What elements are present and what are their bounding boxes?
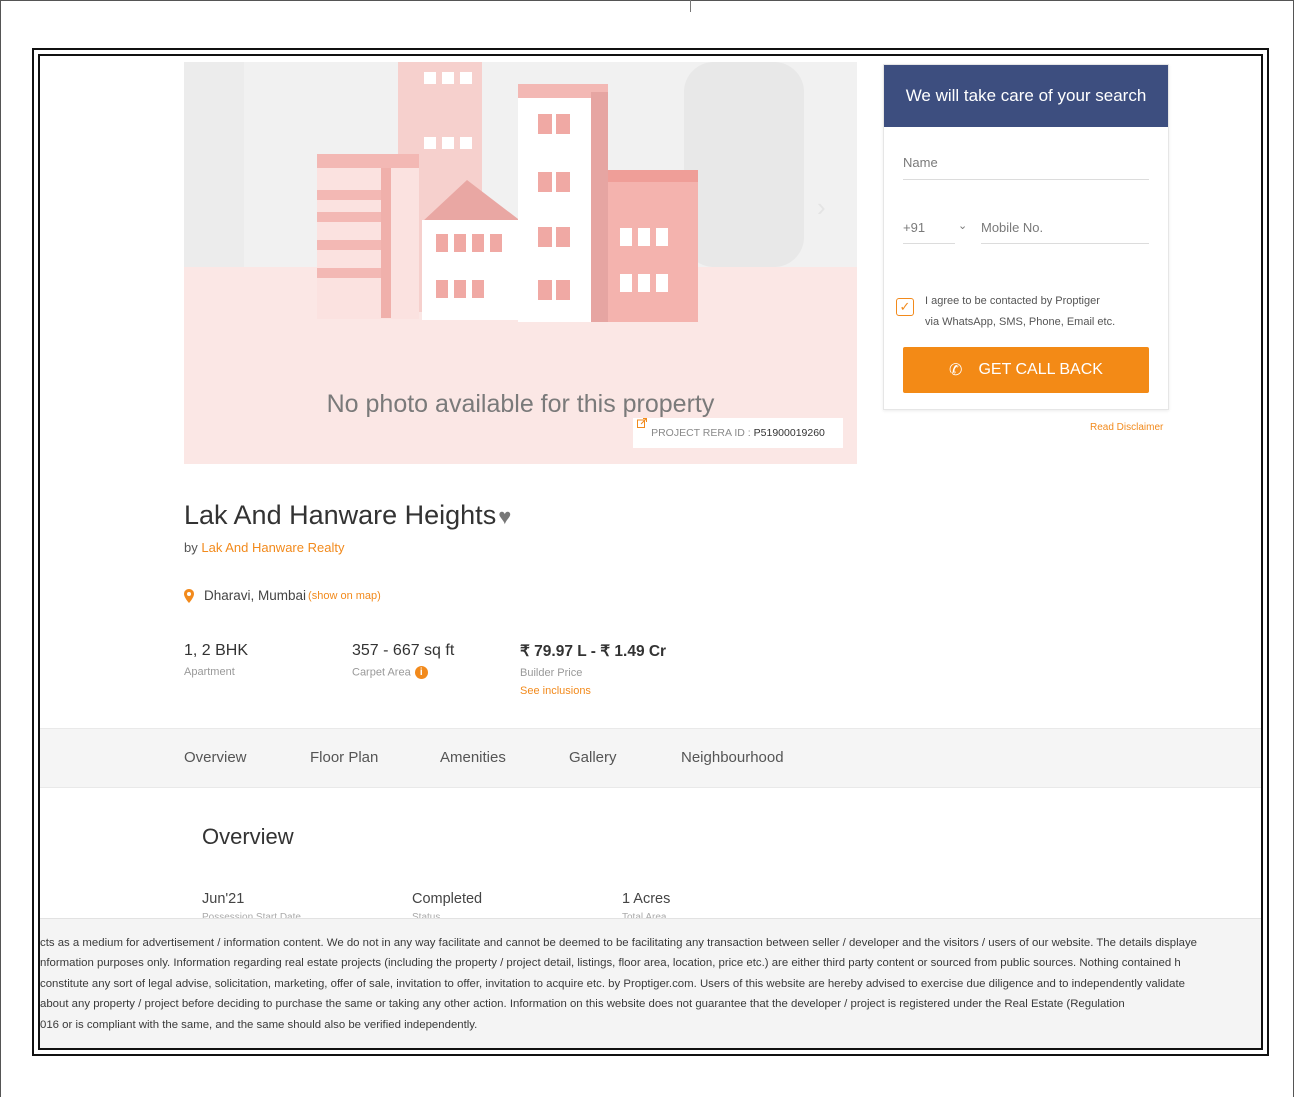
- tab-floor-plan[interactable]: Floor Plan: [310, 749, 378, 766]
- name-input[interactable]: Name: [903, 155, 938, 170]
- lead-form: We will take care of your search Name +9…: [883, 64, 1169, 410]
- consent-line-1: I agree to be contacted by Proptiger: [925, 295, 1100, 307]
- next-arrow-icon[interactable]: ›: [817, 192, 826, 223]
- project-name: Lak And Hanware Heights: [184, 500, 497, 530]
- area-stat: 357 - 667 sq ft Carpet Area i: [352, 642, 454, 679]
- country-code-select[interactable]: +91: [903, 220, 925, 235]
- property-hero-image: › No photo available for this property P…: [184, 62, 857, 464]
- rera-label: PROJECT RERA ID :: [651, 427, 751, 439]
- mobile-underline: [981, 243, 1149, 244]
- builder-line: by Lak And Hanware Realty: [184, 540, 344, 555]
- disclaimer-line: cts as a medium for advertisement / info…: [40, 937, 1197, 949]
- consent-text: I agree to be contacted by Proptiger via…: [925, 291, 1155, 333]
- disclaimer-line: about any property / project before deci…: [40, 998, 1125, 1011]
- form-heading: We will take care of your search: [884, 65, 1168, 127]
- read-disclaimer-link[interactable]: Read Disclaimer: [1090, 422, 1163, 433]
- location: Dharavi, Mumbai (show on map): [184, 588, 381, 603]
- page-viewport: › No photo available for this property P…: [38, 54, 1263, 1050]
- disclaimer-line: nformation purposes only. Information re…: [40, 957, 1181, 970]
- config-stat: 1, 2 BHK Apartment: [184, 642, 248, 678]
- divider: [690, 0, 691, 12]
- location-pin-icon: [184, 588, 194, 603]
- area-label-row: Carpet Area i: [352, 666, 454, 679]
- project-title: Lak And Hanware Heights♥: [184, 500, 511, 531]
- consent-line-2: via WhatsApp, SMS, Phone, Email etc.: [925, 316, 1116, 328]
- phone-icon: ✆: [949, 362, 963, 379]
- disclaimer-line: 016 or is compliant with the same, and t…: [40, 1018, 478, 1031]
- see-inclusions-link[interactable]: See inclusions: [520, 685, 666, 697]
- call-back-label: GET CALL BACK: [978, 361, 1103, 378]
- area-value: 357 - 667 sq ft: [352, 642, 455, 659]
- possession-value: Jun'21: [202, 891, 245, 907]
- tab-neighbourhood[interactable]: Neighbourhood: [681, 749, 784, 766]
- heart-icon[interactable]: ♥: [498, 504, 511, 530]
- tab-gallery[interactable]: Gallery: [569, 749, 617, 766]
- location-text: Dharavi, Mumbai: [204, 588, 307, 603]
- info-icon[interactable]: i: [414, 666, 428, 679]
- name-underline: [903, 179, 1149, 180]
- total-area-value: 1 Acres: [622, 891, 671, 907]
- no-photo-message: No photo available for this property: [326, 390, 715, 418]
- tab-amenities[interactable]: Amenities: [440, 749, 506, 766]
- disclaimer-line: constitute any sort of legal advise, sol…: [40, 977, 1185, 990]
- status-value: Completed: [412, 891, 483, 907]
- consent-checkbox[interactable]: ✓: [896, 298, 914, 316]
- price-value: ₹ 79.97 L - ₹ 1.49 Cr: [520, 643, 667, 660]
- config-label: Apartment: [184, 666, 235, 678]
- area-label: Carpet Area: [352, 666, 411, 679]
- price-label: Builder Price: [520, 667, 583, 679]
- price-stat: ₹ 79.97 L - ₹ 1.49 Cr Builder Price See …: [520, 642, 666, 697]
- external-link-icon: [637, 418, 647, 428]
- by-prefix: by: [184, 540, 198, 555]
- rera-badge[interactable]: PROJECT RERA ID : P51900019260: [633, 418, 843, 448]
- rera-id: P51900019260: [753, 427, 825, 439]
- mobile-input[interactable]: Mobile No.: [981, 220, 1043, 235]
- disclaimer-banner: cts as a medium for advertisement / info…: [40, 918, 1261, 1048]
- code-underline: [903, 243, 955, 244]
- get-call-back-button[interactable]: ✆ GET CALL BACK: [903, 347, 1149, 393]
- show-on-map-link[interactable]: (show on map): [308, 590, 381, 602]
- config-value: 1, 2 BHK: [184, 642, 249, 659]
- overview-heading: Overview: [202, 824, 294, 849]
- tab-overview[interactable]: Overview: [184, 749, 247, 766]
- section-tabs: Overview Floor Plan Amenities Gallery Ne…: [40, 728, 1261, 788]
- builder-link[interactable]: Lak And Hanware Realty: [201, 540, 344, 555]
- chevron-down-icon[interactable]: ⌄: [958, 219, 967, 232]
